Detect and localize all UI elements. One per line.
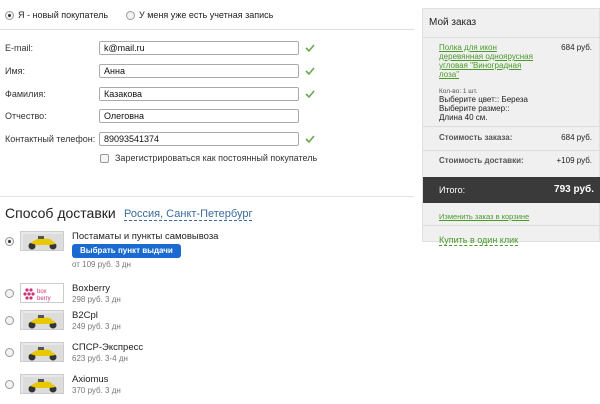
checkmark-icon bbox=[305, 89, 315, 99]
new-customer-label: Я - новый покупатель bbox=[18, 10, 109, 20]
divider bbox=[423, 150, 600, 151]
delivery-option-boxberry[interactable]: box berry Boxberry 298 руб. 3 дн bbox=[5, 283, 121, 305]
order-total: Итого: 793 руб. bbox=[423, 177, 600, 203]
existing-customer-option[interactable]: У меня уже есть учетная запись bbox=[126, 10, 273, 20]
delivery-info: Boxberry 298 руб. 3 дн bbox=[72, 283, 121, 305]
delivery-option-b2cpl[interactable]: B2Cpl 249 руб. 3 дн bbox=[5, 310, 121, 332]
surname-row: Фамилия: bbox=[5, 86, 415, 102]
delivery-city-link[interactable]: Россия, Санкт-Петербург bbox=[124, 208, 253, 221]
email-row: E-mail: bbox=[5, 40, 415, 56]
divider bbox=[0, 29, 414, 30]
product-color: Выберите цвет:: Береза bbox=[439, 95, 528, 104]
product-size-value: Длина 40 см. bbox=[439, 113, 488, 122]
register-option[interactable]: Зарегистрироваться как постоянный покупа… bbox=[100, 153, 317, 163]
customer-type-selector: Я - новый покупатель У меня уже есть уче… bbox=[5, 10, 273, 20]
delivery-name: B2Cpl bbox=[72, 310, 98, 321]
delivery-price: от 109 руб. 3 дн bbox=[72, 260, 131, 269]
scooter-logo-icon bbox=[20, 231, 64, 251]
phone-row: Контактный телефон: bbox=[5, 131, 415, 147]
delivery-price: 249 руб. 3 дн bbox=[72, 322, 121, 331]
delivery-radio[interactable] bbox=[5, 380, 14, 389]
order-cost-label: Стоимость заказа: bbox=[439, 133, 513, 142]
delivery-name: Boxberry bbox=[72, 283, 111, 294]
total-label: Итого: bbox=[439, 185, 466, 195]
divider bbox=[423, 37, 600, 38]
checkmark-icon bbox=[305, 66, 315, 76]
product-link[interactable]: Полка для икон деревянная одноярусная уг… bbox=[439, 43, 539, 79]
patronymic-field[interactable] bbox=[99, 109, 299, 123]
order-cost-value: 684 руб. bbox=[561, 133, 592, 142]
divider bbox=[423, 225, 600, 226]
email-label: E-mail: bbox=[5, 43, 34, 53]
delivery-price: 298 руб. 3 дн bbox=[72, 295, 121, 304]
edit-cart-link[interactable]: Изменить заказ в корзине bbox=[439, 212, 529, 221]
existing-customer-label: У меня уже есть учетная запись bbox=[139, 10, 274, 20]
checkmark-icon bbox=[305, 43, 315, 53]
scooter-logo-icon bbox=[20, 342, 64, 362]
delivery-price: 370 руб. 3 дн bbox=[72, 386, 121, 395]
register-checkbox[interactable] bbox=[100, 153, 109, 163]
total-value: 793 руб. bbox=[554, 184, 594, 195]
delivery-radio[interactable] bbox=[5, 316, 14, 325]
scooter-logo-icon bbox=[20, 374, 64, 394]
checkmark-icon bbox=[305, 134, 315, 144]
order-title: Мой заказ bbox=[429, 17, 477, 28]
delivery-radio[interactable] bbox=[5, 289, 14, 298]
new-customer-option[interactable]: Я - новый покупатель bbox=[5, 10, 108, 20]
delivery-name: СПСР-Экспресс bbox=[72, 342, 144, 353]
svg-text:box: box bbox=[37, 289, 47, 295]
delivery-option-axiomus[interactable]: Axiomus 370 руб. 3 дн bbox=[5, 374, 121, 396]
svg-text:berry: berry bbox=[37, 296, 51, 302]
phone-label: Контактный телефон: bbox=[5, 134, 96, 144]
phone-field[interactable] bbox=[99, 132, 299, 146]
delivery-price: 623 руб. 3-4 дн bbox=[72, 354, 128, 363]
scooter-logo-icon bbox=[20, 310, 64, 330]
delivery-info: Axiomus 370 руб. 3 дн bbox=[72, 374, 121, 396]
checkout-form-area: Я - новый покупатель У меня уже есть уче… bbox=[0, 0, 414, 404]
product-size-label: Выберите размер:: bbox=[439, 104, 510, 113]
divider bbox=[423, 126, 600, 127]
delivery-title: Способ доставки bbox=[5, 205, 116, 221]
delivery-option-pickup[interactable]: Постаматы и пункты самовывоза Выбрать пу… bbox=[5, 231, 218, 270]
delivery-name: Axiomus bbox=[72, 374, 109, 385]
delivery-cost-value: +109 руб. bbox=[556, 156, 593, 165]
delivery-radio[interactable] bbox=[5, 237, 14, 246]
delivery-option-spsr[interactable]: СПСР-Экспресс 623 руб. 3-4 дн bbox=[5, 342, 143, 364]
email-field[interactable] bbox=[99, 41, 299, 55]
name-row: Имя: bbox=[5, 63, 415, 79]
surname-field[interactable] bbox=[99, 87, 299, 101]
divider bbox=[0, 196, 414, 197]
order-summary: Мой заказ Полка для икон деревянная одно… bbox=[422, 8, 600, 246]
new-customer-radio[interactable] bbox=[5, 10, 14, 20]
product-price: 684 руб. bbox=[561, 43, 592, 52]
delivery-info: СПСР-Экспресс 623 руб. 3-4 дн bbox=[72, 342, 143, 364]
delivery-name: Постаматы и пункты самовывоза bbox=[72, 231, 219, 242]
one-click-buy-link[interactable]: Купить в один клик bbox=[439, 235, 519, 246]
delivery-info: Постаматы и пункты самовывоза Выбрать пу… bbox=[72, 231, 218, 270]
name-field[interactable] bbox=[99, 64, 299, 78]
surname-label: Фамилия: bbox=[5, 89, 46, 99]
product-qty: Кол-во: 1 шт. bbox=[439, 88, 478, 95]
choose-pickup-point-button[interactable]: Выбрать пункт выдачи bbox=[72, 244, 181, 258]
delivery-info: B2Cpl 249 руб. 3 дн bbox=[72, 310, 121, 332]
delivery-radio[interactable] bbox=[5, 348, 14, 357]
existing-customer-radio[interactable] bbox=[126, 10, 136, 20]
patronymic-row: Отчество: bbox=[5, 108, 415, 124]
name-label: Имя: bbox=[5, 66, 26, 76]
delivery-cost-label: Стоимость доставки: bbox=[439, 156, 524, 165]
order-summary-panel: Мой заказ Полка для икон деревянная одно… bbox=[422, 8, 600, 246]
patronymic-label: Отчество: bbox=[5, 111, 47, 121]
boxberry-logo-icon: box berry bbox=[20, 283, 64, 303]
register-label: Зарегистрироваться как постоянный покупа… bbox=[115, 153, 318, 163]
